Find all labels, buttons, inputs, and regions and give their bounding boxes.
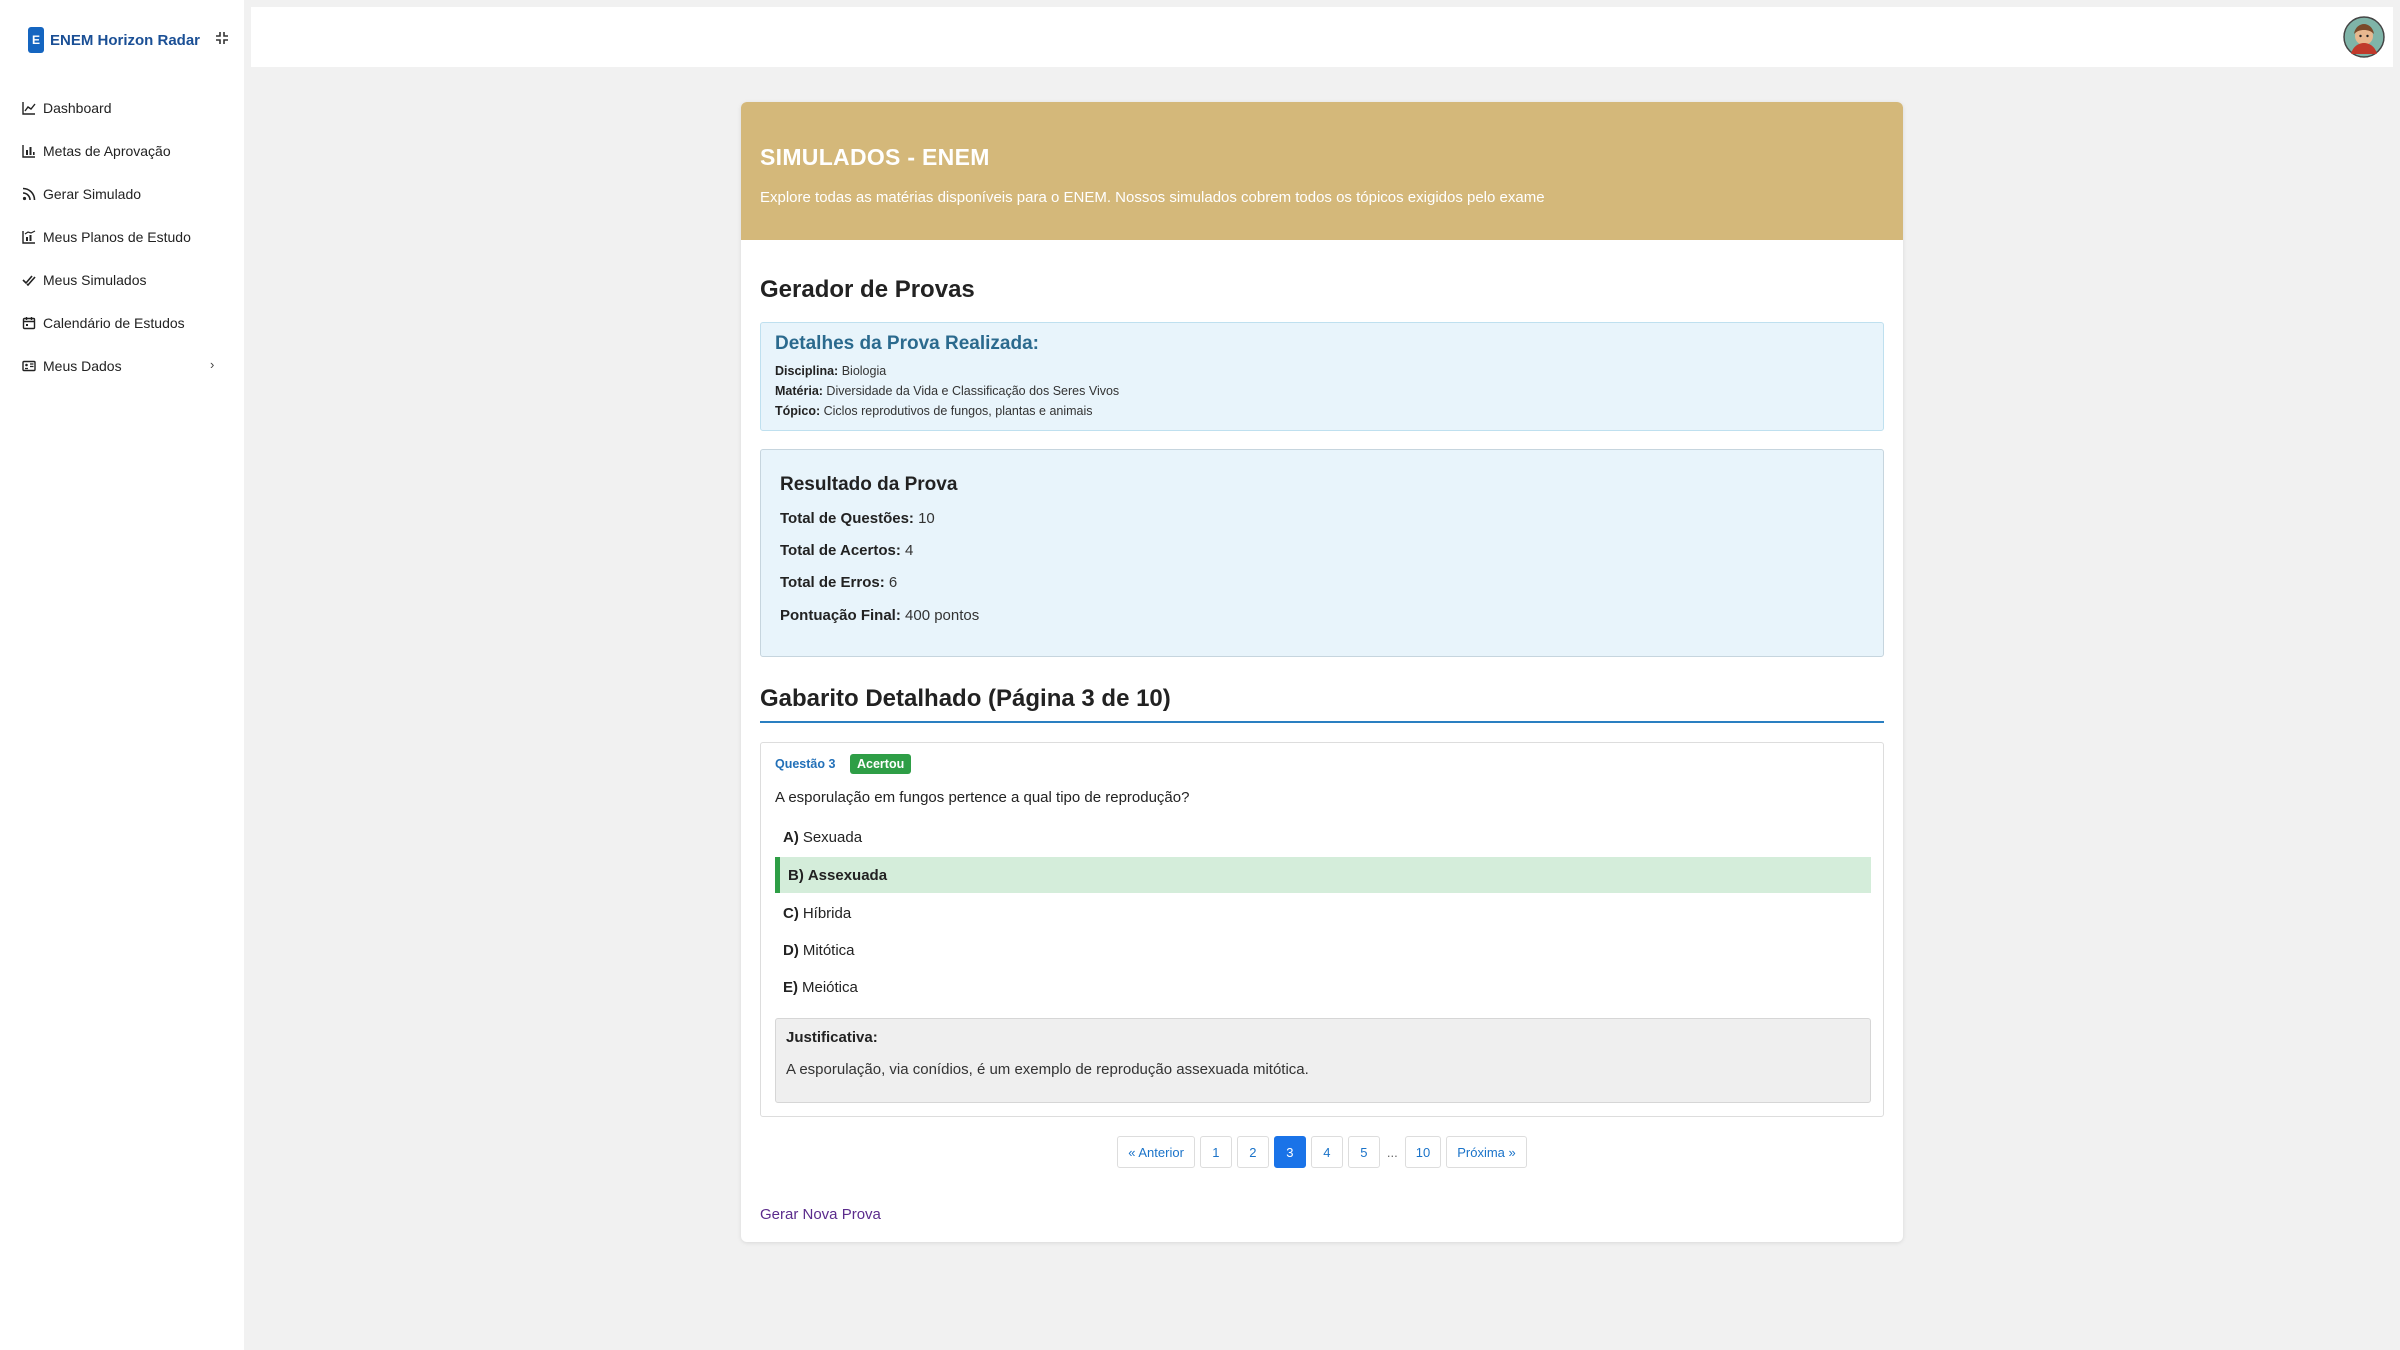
hero-banner: SIMULADOS - ENEM Explore todas as matéri…: [741, 102, 1903, 240]
gabarito-title: Gabarito Detalhado (Página 3 de 10): [760, 685, 1171, 712]
detail-disciplina: Disciplina: Biologia: [775, 364, 886, 378]
detail-label: Matéria:: [775, 384, 823, 398]
option-text: Meiótica: [802, 978, 858, 996]
collapse-arrows-icon: [216, 32, 228, 44]
option-letter: E): [783, 978, 798, 996]
gabarito-divider: [760, 721, 1884, 723]
pagination: « Anterior 1 2 3 4 5 ... 10 Próxima »: [741, 1136, 1903, 1168]
result-value: 4: [905, 542, 914, 559]
option-b-correct[interactable]: B) Assexuada: [775, 857, 1871, 893]
pagination-page-1[interactable]: 1: [1199, 1136, 1232, 1168]
pagination-next-button[interactable]: Próxima »: [1446, 1136, 1527, 1168]
sidebar-item-label: Calendário de Estudos: [43, 314, 185, 331]
result-label: Total de Questões:: [780, 510, 914, 527]
detail-value: Ciclos reprodutivos de fungos, plantas e…: [823, 404, 1093, 418]
sidebar-item-planos[interactable]: Meus Planos de Estudo: [0, 215, 244, 258]
result-pontuacao: Pontuação Final: 400 pontos: [780, 607, 979, 624]
id-card-icon: [21, 358, 37, 374]
main-card: SIMULADOS - ENEM Explore todas as matéri…: [741, 102, 1903, 1242]
justification-text: A esporulação, via conídios, é um exempl…: [786, 1061, 1309, 1078]
sidebar-item-meus-simulados[interactable]: Meus Simulados: [0, 258, 244, 301]
result-value: 400 pontos: [905, 607, 980, 624]
sidebar-item-label: Meus Planos de Estudo: [43, 228, 191, 245]
option-c[interactable]: C) Híbrida: [775, 895, 1871, 931]
option-letter: C): [783, 904, 799, 922]
hero-subtitle: Explore todas as matérias disponíveis pa…: [760, 189, 1545, 206]
option-text: Sexuada: [802, 828, 863, 846]
option-letter: A): [783, 828, 799, 846]
sidebar-item-label: Dashboard: [43, 99, 112, 116]
result-value: 6: [888, 574, 898, 591]
sidebar-item-gerar-simulado[interactable]: Gerar Simulado: [0, 172, 244, 215]
sidebar-item-label: Meus Dados: [43, 357, 122, 374]
justification-box: Justificativa: A esporulação, via conídi…: [775, 1018, 1871, 1103]
detail-value: Diversidade da Vida e Classificação dos …: [826, 384, 1120, 398]
sidebar-item-meus-dados[interactable]: Meus Dados ›: [0, 344, 244, 387]
detail-topico: Tópico: Ciclos reprodutivos de fungos, p…: [775, 404, 1093, 418]
detail-materia: Matéria: Diversidade da Vida e Classific…: [775, 384, 1119, 398]
sidebar: E ENEM Horizon Radar Dashboard Metas de …: [0, 0, 244, 1350]
option-text: Híbrida: [802, 904, 852, 922]
result-title: Resultado da Prova: [780, 474, 958, 495]
brand-name: ENEM Horizon Radar: [50, 31, 201, 49]
calendar-icon: [21, 315, 37, 331]
option-text: Mitótica: [802, 941, 855, 959]
top-bar: [251, 7, 2393, 67]
pagination-page-last[interactable]: 10: [1404, 1136, 1442, 1168]
sidebar-collapse-button[interactable]: [212, 28, 232, 48]
pagination-page-4[interactable]: 4: [1310, 1136, 1343, 1168]
pagination-ellipsis: ...: [1386, 1144, 1398, 1160]
question-card: Questão 3 Acertou A esporulação em fungo…: [760, 742, 1884, 1117]
option-e[interactable]: E) Meiótica: [775, 969, 1871, 1005]
hero-title: SIMULADOS - ENEM: [760, 144, 990, 170]
chevron-right-icon: ›: [210, 357, 215, 372]
detail-label: Tópico:: [775, 404, 821, 418]
result-label: Total de Acertos:: [780, 542, 901, 559]
sidebar-item-label: Gerar Simulado: [43, 185, 142, 202]
rss-icon: [21, 186, 37, 202]
result-label: Pontuação Final:: [780, 607, 901, 624]
user-avatar-icon: [2343, 16, 2385, 58]
justification-title: Justificativa:: [786, 1029, 878, 1046]
pagination-page-2[interactable]: 2: [1236, 1136, 1269, 1168]
status-badge: Acertou: [850, 754, 912, 774]
brand-logo: E: [28, 27, 44, 53]
result-total-acertos: Total de Acertos: 4: [780, 542, 913, 559]
chart-line-icon: [21, 100, 37, 116]
pagination-page-3-active[interactable]: 3: [1273, 1136, 1306, 1168]
result-total-erros: Total de Erros: 6: [780, 574, 897, 591]
exam-details-title: Detalhes da Prova Realizada:: [775, 333, 1039, 354]
sidebar-nav: Dashboard Metas de Aprovação Gerar Simul…: [0, 86, 244, 387]
sidebar-item-label: Metas de Aprovação: [43, 142, 171, 159]
pagination-page-5[interactable]: 5: [1347, 1136, 1380, 1168]
sidebar-item-label: Meus Simulados: [43, 271, 147, 288]
option-letter: D): [783, 941, 799, 959]
avatar[interactable]: [2343, 16, 2385, 58]
detail-value: Biologia: [841, 364, 887, 378]
double-check-icon: [21, 272, 37, 288]
page-title: Gerador de Provas: [760, 276, 975, 303]
result-total-questoes: Total de Questões: 10: [780, 510, 935, 527]
option-a[interactable]: A) Sexuada: [775, 819, 1871, 855]
exam-result-box: Resultado da Prova Total de Questões: 10…: [760, 449, 1884, 657]
sidebar-item-dashboard[interactable]: Dashboard: [0, 86, 244, 129]
pagination-prev-button[interactable]: « Anterior: [1117, 1136, 1195, 1168]
option-text: Assexuada: [807, 866, 888, 884]
question-text: A esporulação em fungos pertence a qual …: [775, 789, 1190, 806]
exam-details-box: Detalhes da Prova Realizada: Disciplina:…: [760, 322, 1884, 431]
question-number: Questão 3: [775, 757, 836, 771]
detail-label: Disciplina:: [775, 364, 839, 378]
result-label: Total de Erros:: [780, 574, 885, 591]
bar-chart-icon: [21, 143, 37, 159]
option-d[interactable]: D) Mitótica: [775, 932, 1871, 968]
result-value: 10: [918, 510, 935, 527]
sidebar-item-calendario[interactable]: Calendário de Estudos: [0, 301, 244, 344]
chart-plan-icon: [21, 229, 37, 245]
option-letter: B): [788, 866, 804, 884]
generate-new-exam-link[interactable]: Gerar Nova Prova: [760, 1206, 881, 1223]
sidebar-item-metas[interactable]: Metas de Aprovação: [0, 129, 244, 172]
brand[interactable]: E ENEM Horizon Radar: [28, 26, 200, 54]
